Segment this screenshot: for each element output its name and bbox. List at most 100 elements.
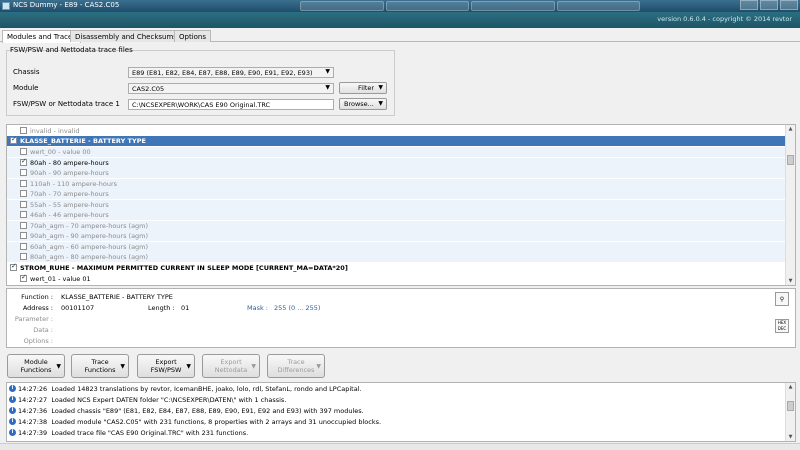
export-fsw-psw-button[interactable]: Export FSW/PSW ▼ bbox=[137, 354, 195, 378]
tree-row[interactable]: 60ah_agm - 60 ampere-hours (agm) bbox=[7, 241, 785, 252]
tree-row-checkbox[interactable] bbox=[20, 190, 27, 197]
chevron-down-icon: ▼ bbox=[316, 363, 321, 370]
scroll-thumb[interactable] bbox=[787, 155, 794, 165]
export-fsw-psw-label: Export FSW/PSW bbox=[150, 358, 182, 374]
tree-row-checkbox[interactable] bbox=[20, 221, 27, 229]
hex-dec-icon[interactable]: HEX DEC bbox=[775, 319, 789, 333]
info-icon: i bbox=[9, 418, 16, 425]
chevron-down-icon: ▼ bbox=[186, 363, 191, 370]
tree-row[interactable]: 70ah - 70 ampere-hours bbox=[7, 189, 785, 199]
chevron-down-icon: ▼ bbox=[325, 84, 330, 91]
tree-row-checkbox[interactable] bbox=[10, 262, 17, 271]
address-label: Address : bbox=[22, 304, 53, 312]
log-time: 14:27:38 bbox=[18, 418, 48, 426]
close-button[interactable] bbox=[780, 0, 798, 10]
tree-row[interactable]: 70ah_agm - 70 ampere-hours (agm) bbox=[7, 220, 785, 231]
taskbar-preview bbox=[300, 1, 384, 11]
scroll-down-icon[interactable]: ▼ bbox=[787, 278, 794, 284]
tree-row-checkbox[interactable] bbox=[20, 273, 27, 282]
trace-file-input[interactable]: C:\NCSEXPER\WORK\CAS E90 Original.TRC bbox=[128, 99, 334, 110]
function-value: KLASSE_BATTERIE - BATTERY TYPE bbox=[61, 293, 173, 301]
minimize-button[interactable] bbox=[740, 0, 758, 10]
module-functions-button[interactable]: Module Functions ▼ bbox=[7, 354, 65, 378]
trace-differences-button[interactable]: Trace Differences ▼ bbox=[267, 354, 325, 378]
tree-row-checkbox[interactable] bbox=[20, 179, 27, 187]
tree-row-checkbox[interactable] bbox=[20, 148, 27, 155]
log-time: 14:27:27 bbox=[18, 396, 48, 404]
function-label: Function : bbox=[21, 293, 53, 301]
tree-row-checkbox[interactable] bbox=[20, 232, 27, 239]
tree-row[interactable]: 90ah_agm - 90 ampere-hours (agm) bbox=[7, 231, 785, 241]
info-icon: i bbox=[9, 429, 16, 436]
chassis-select[interactable]: E89 (E81, E82, E84, E87, E88, E89, E90, … bbox=[128, 67, 334, 78]
length-value: 01 bbox=[181, 304, 190, 312]
tree-row-text: KLASSE_BATTERIE - BATTERY TYPE bbox=[20, 137, 146, 145]
tree-row[interactable]: 90ah - 90 ampere-hours bbox=[7, 168, 785, 178]
tree-row-checkbox[interactable] bbox=[10, 135, 17, 144]
chevron-down-icon: ▼ bbox=[251, 363, 256, 370]
tree-row-checkbox[interactable] bbox=[20, 242, 27, 250]
tree-row-checkbox[interactable] bbox=[20, 211, 27, 218]
scroll-up-icon[interactable]: ▲ bbox=[787, 384, 794, 390]
tree-row[interactable]: 80ah - 80 ampere-hours bbox=[7, 157, 785, 168]
tree-row[interactable]: 80ah_agm - 80 ampere-hours (agm) bbox=[7, 252, 785, 262]
tree-row-text: wert_01 - value 01 bbox=[30, 275, 91, 283]
tree-row-checkbox[interactable] bbox=[20, 200, 27, 208]
tree-row-checkbox[interactable] bbox=[20, 127, 27, 134]
filter-button[interactable]: Filter ▼ bbox=[339, 82, 387, 94]
tree-row[interactable]: STROM_RUHE - MAXIMUM PERMITTED CURRENT I… bbox=[7, 262, 785, 273]
export-nettodata-label: Export Nettodata bbox=[214, 358, 248, 374]
log-time: 14:27:36 bbox=[18, 407, 48, 415]
mask-value: 255 (0 ... 255) bbox=[274, 304, 321, 312]
trace-functions-label: Trace Functions bbox=[84, 358, 116, 374]
tab-bar: Modules and Traces Disassembly and Check… bbox=[0, 28, 800, 43]
chevron-down-icon: ▼ bbox=[378, 84, 383, 91]
tree-scrollbar[interactable]: ▲ ▼ bbox=[785, 125, 795, 285]
log-time: 14:27:39 bbox=[18, 429, 48, 437]
header-banner: version 0.6.0.4 - copyright © 2014 revto… bbox=[0, 12, 800, 28]
export-nettodata-button[interactable]: Export Nettodata ▼ bbox=[202, 354, 260, 378]
log-panel: i 14:27:26 Loaded 14823 translations by r… bbox=[6, 382, 796, 442]
scroll-thumb[interactable] bbox=[787, 401, 794, 411]
tree-row-selected[interactable]: KLASSE_BATTERIE - BATTERY TYPE bbox=[7, 135, 785, 146]
tree-row[interactable]: wert_00 - value 00 bbox=[7, 147, 785, 157]
app-icon bbox=[2, 2, 10, 10]
tree-row-checkbox[interactable] bbox=[20, 253, 27, 260]
tree-row-checkbox[interactable] bbox=[20, 157, 27, 166]
parameter-label: Parameter : bbox=[14, 315, 53, 323]
tab-options[interactable]: Options bbox=[174, 30, 212, 42]
log-message: Loaded chassis "E89" (E81, E82, E84, E87… bbox=[51, 407, 364, 415]
tree-row[interactable]: wert_01 - value 01 bbox=[7, 273, 785, 284]
log-entry: i 14:27:39 Loaded trace file "CAS E90 Ori… bbox=[9, 429, 248, 439]
taskbar-preview bbox=[556, 1, 640, 11]
tree-row-text: 55ah - 55 ampere-hours bbox=[30, 200, 109, 209]
tree-row[interactable]: 55ah - 55 ampere-hours bbox=[7, 199, 785, 210]
trace-files-group-title: FSW/PSW and Nettodata trace files bbox=[10, 46, 133, 54]
tree-row-text: 90ah_agm - 90 ampere-hours (agm) bbox=[30, 232, 149, 240]
module-select[interactable]: CAS2.C05 ▼ bbox=[128, 83, 334, 94]
tree-row-text: 70ah_agm - 70 ampere-hours (agm) bbox=[30, 221, 149, 230]
function-tree[interactable]: invalid - invalid KLASSE_BATTERIE - BATT… bbox=[6, 124, 796, 286]
tree-row-text: 110ah - 110 ampere-hours bbox=[30, 179, 118, 188]
maximize-button[interactable] bbox=[760, 0, 778, 10]
scroll-down-icon[interactable]: ▼ bbox=[787, 434, 794, 440]
window-title: NCS Dummy - E89 - CAS2.C05 bbox=[13, 1, 120, 9]
tree-row-checkbox[interactable] bbox=[20, 169, 27, 176]
tree-row[interactable]: invalid - invalid bbox=[7, 126, 785, 136]
tree-row-text: 70ah - 70 ampere-hours bbox=[30, 190, 109, 198]
filter-button-label: Filter bbox=[358, 84, 375, 92]
tree-row[interactable]: 110ah - 110 ampere-hours bbox=[7, 178, 785, 189]
log-scrollbar[interactable]: ▲ ▼ bbox=[785, 383, 795, 441]
info-icon: i bbox=[9, 407, 16, 414]
tab-disassembly-and-checksums[interactable]: Disassembly and Checksums bbox=[70, 30, 182, 42]
scroll-up-icon[interactable]: ▲ bbox=[787, 126, 794, 132]
tree-row[interactable]: 46ah - 46 ampere-hours bbox=[7, 210, 785, 220]
log-entry: i 14:27:36 Loaded chassis "E89" (E81, E82… bbox=[9, 407, 364, 417]
tree-row-text: invalid - invalid bbox=[30, 127, 80, 135]
taskbar-previews bbox=[300, 1, 640, 11]
browse-button[interactable]: Browse... ▼ bbox=[339, 98, 387, 110]
magnifier-icon[interactable]: ⚲ bbox=[775, 292, 789, 306]
trace-functions-button[interactable]: Trace Functions ▼ bbox=[71, 354, 129, 378]
module-select-value: CAS2.C05 bbox=[132, 85, 165, 93]
module-functions-label: Module Functions bbox=[20, 358, 52, 374]
